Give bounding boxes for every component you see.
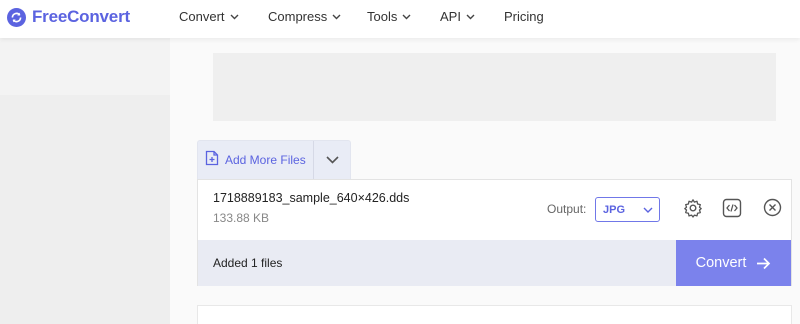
ad-banner-placeholder <box>213 53 776 121</box>
file-plus-icon <box>205 150 219 171</box>
nav-tools[interactable]: Tools <box>367 9 411 24</box>
top-navigation-bar: FreeConvert Convert Compress Tools API P… <box>0 0 800 38</box>
chevron-down-icon <box>230 14 239 20</box>
chevron-down-icon <box>466 14 475 20</box>
nav-compress[interactable]: Compress <box>268 9 341 24</box>
chevron-down-icon <box>402 14 411 20</box>
file-status-bar: Added 1 files Convert <box>198 240 791 286</box>
nav-tools-label: Tools <box>367 9 398 24</box>
nav-api[interactable]: API <box>440 9 475 24</box>
remove-file-button[interactable] <box>761 198 783 222</box>
add-more-dropdown-toggle[interactable] <box>314 141 350 179</box>
file-size: 133.88 KB <box>213 211 270 225</box>
nav-pricing-label: Pricing <box>504 9 544 24</box>
convert-button-label: Convert <box>695 255 747 271</box>
add-more-files-label: Add More Files <box>225 153 306 167</box>
added-files-count: Added 1 files <box>213 256 283 270</box>
brand-logo[interactable]: FreeConvert <box>7 7 130 27</box>
nav-convert[interactable]: Convert <box>179 9 239 24</box>
close-circle-icon <box>763 198 782 222</box>
chevron-down-icon <box>325 151 339 169</box>
embed-code-button[interactable] <box>721 198 743 223</box>
gear-icon <box>683 198 703 223</box>
freeconvert-logo-icon <box>7 7 26 27</box>
chevron-down-icon <box>643 204 653 216</box>
convert-button[interactable]: Convert <box>676 240 791 286</box>
left-ad-panel <box>0 95 170 324</box>
nav-compress-label: Compress <box>268 9 328 24</box>
settings-button[interactable] <box>682 198 704 223</box>
nav-api-label: API <box>440 9 461 24</box>
next-section-card <box>197 305 792 324</box>
file-name: 1718889183_sample_640×426.dds <box>213 191 410 205</box>
brand-name: FreeConvert <box>32 7 130 26</box>
code-icon <box>722 198 742 223</box>
file-item-card: 1718889183_sample_640×426.dds 133.88 KB … <box>197 179 792 286</box>
nav-convert-label: Convert <box>179 9 225 24</box>
add-more-files-button[interactable]: Add More Files <box>198 141 314 179</box>
output-format-value: JPG <box>603 203 626 216</box>
nav-pricing[interactable]: Pricing <box>504 9 544 24</box>
output-label: Output: <box>547 202 587 216</box>
arrow-right-icon <box>756 257 771 270</box>
output-format-select[interactable]: JPG <box>595 197 660 222</box>
add-more-files-group: Add More Files <box>197 140 351 179</box>
chevron-down-icon <box>332 14 341 20</box>
